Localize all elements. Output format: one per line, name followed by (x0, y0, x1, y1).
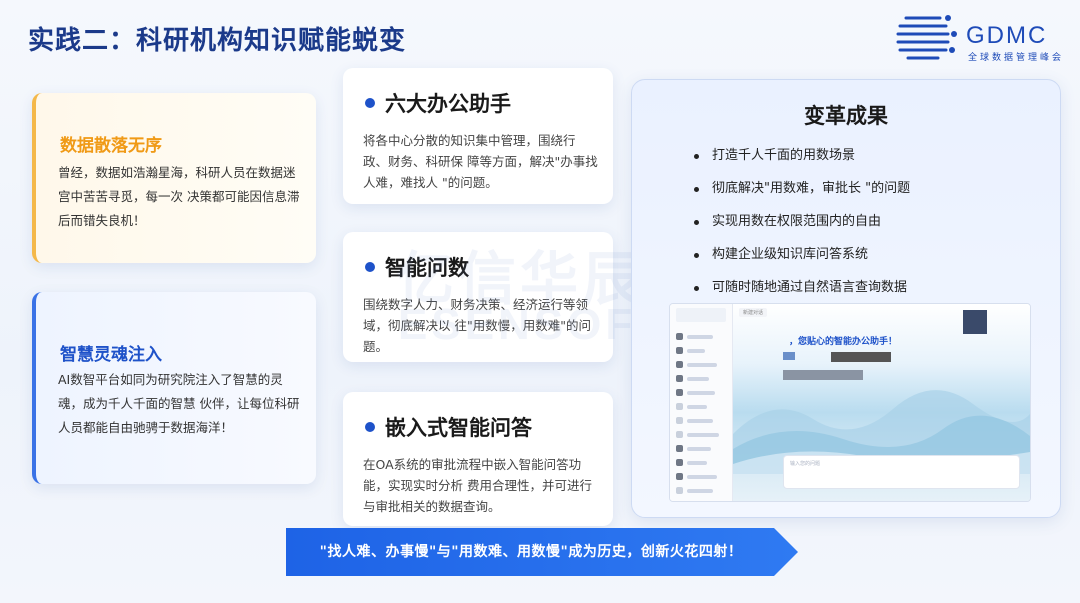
bullet-dot-icon (365, 422, 375, 432)
list-item: 彻底解决"用数难，审批长 "的问题 (694, 179, 910, 212)
logo-sub-text: 全球数据管理峰会 (968, 53, 1065, 63)
card-heading: 嵌入式智能问答 (365, 412, 532, 442)
card-wisdom-injection: 智慧灵魂注入 AI数智平台如同为研究院注入了智慧的灵魂，成为千人千面的智慧 伙伴… (32, 292, 316, 484)
sidebar-header (676, 308, 726, 322)
card-body: 围绕数字人力、财务决策、经济运行等领域，彻底解决以 往"用数慢，用数难"的问题。 (363, 297, 591, 354)
blur-block (831, 352, 891, 362)
bullet-dot-icon (365, 98, 375, 108)
blur-block (783, 370, 863, 380)
gdmc-logo: GDMC 全球数据管理峰会 (896, 8, 1076, 68)
page-title: 实践二：科研机构知识赋能蜕变 (28, 26, 407, 56)
chat-input[interactable]: 输入您的问题 (783, 455, 1020, 489)
card-heading: 数据散落无序 (60, 136, 162, 156)
card-office-assistants: 六大办公助手 将各中心分散的知识集中管理，围绕行政、财务、科研保 障等方面，解决… (343, 68, 613, 204)
card-body: 曾经，数据如浩瀚星海，科研人员在数据迷宫中苦苦寻觅，每一次 决策都可能因信息滞后… (58, 165, 300, 228)
banner-text: "找人难、办事慢"与"用数难、用数慢"成为历史，创新火花四射！ (319, 544, 743, 560)
summary-banner: "找人难、办事慢"与"用数难、用数慢"成为历史，创新火花四射！ (286, 528, 798, 576)
card-data-scattered: 数据散落无序 曾经，数据如浩瀚星海，科研人员在数据迷宫中苦苦寻觅，每一次 决策都… (32, 93, 316, 263)
card-heading: 智能问数 (365, 252, 469, 282)
sidebar-row (676, 354, 726, 368)
results-panel: 变革成果 打造千人千面的用数场景 彻底解决"用数难，审批长 "的问题 实现用数在… (631, 79, 1061, 518)
chat-input-placeholder: 输入您的问题 (790, 461, 821, 467)
blur-block (783, 352, 795, 360)
card-heading-text: 六大办公助手 (385, 92, 511, 116)
blur-block (963, 310, 987, 334)
card-heading-text: 智能问数 (385, 256, 469, 280)
assistant-greeting: ，您贴心的智能办公助手！ (789, 337, 898, 347)
sidebar-row (676, 368, 726, 382)
results-list: 打造千人千面的用数场景 彻底解决"用数难，审批长 "的问题 实现用数在权限范围内… (694, 146, 910, 311)
logo-brand-text: GDMC (966, 22, 1048, 49)
globe-logo-icon (896, 15, 957, 60)
card-body: 在OA系统的审批流程中嵌入智能问答功能，实现实时分析 费用合理性，并可进行与审批… (363, 457, 592, 514)
sidebar-row (676, 452, 726, 466)
sidebar-row (676, 326, 726, 340)
list-item: 构建企业级知识库问答系统 (694, 245, 910, 278)
card-heading: 六大办公助手 (365, 88, 511, 118)
card-body: 将各中心分散的知识集中管理，围绕行政、财务、科研保 障等方面，解决"办事找人难，… (363, 133, 598, 190)
card-embedded-qa: 嵌入式智能问答 在OA系统的审批流程中嵌入智能问答功能，实现实时分析 费用合理性… (343, 392, 613, 526)
sidebar-row (676, 396, 726, 410)
sidebar-row (676, 438, 726, 452)
card-body: AI数智平台如同为研究院注入了智慧的灵魂，成为千人千面的智慧 伙伴，让每位科研人… (58, 372, 300, 435)
sidebar-row (676, 480, 726, 494)
assistant-app-screenshot: 新建对话 ，您贴心的智能办公助手！ 输入您的问题 (669, 303, 1031, 502)
sidebar-row (676, 424, 726, 438)
bullet-dot-icon (365, 262, 375, 272)
list-item: 实现用数在权限范围内的自由 (694, 212, 910, 245)
app-main-area: 新建对话 ，您贴心的智能办公助手！ 输入您的问题 (733, 304, 1030, 501)
card-heading-text: 嵌入式智能问答 (385, 416, 532, 440)
sidebar-row (676, 410, 726, 424)
sidebar-row (676, 466, 726, 480)
sidebar-row (676, 340, 726, 354)
app-sidebar (670, 304, 733, 501)
new-chat-tab[interactable]: 新建对话 (739, 308, 768, 317)
card-heading: 智慧灵魂注入 (60, 345, 162, 365)
sidebar-row (676, 382, 726, 396)
results-heading: 变革成果 (804, 104, 888, 128)
list-item: 打造千人千面的用数场景 (694, 146, 910, 179)
card-smart-query: 智能问数 围绕数字人力、财务决策、经济运行等领域，彻底解决以 往"用数慢，用数难… (343, 232, 613, 362)
